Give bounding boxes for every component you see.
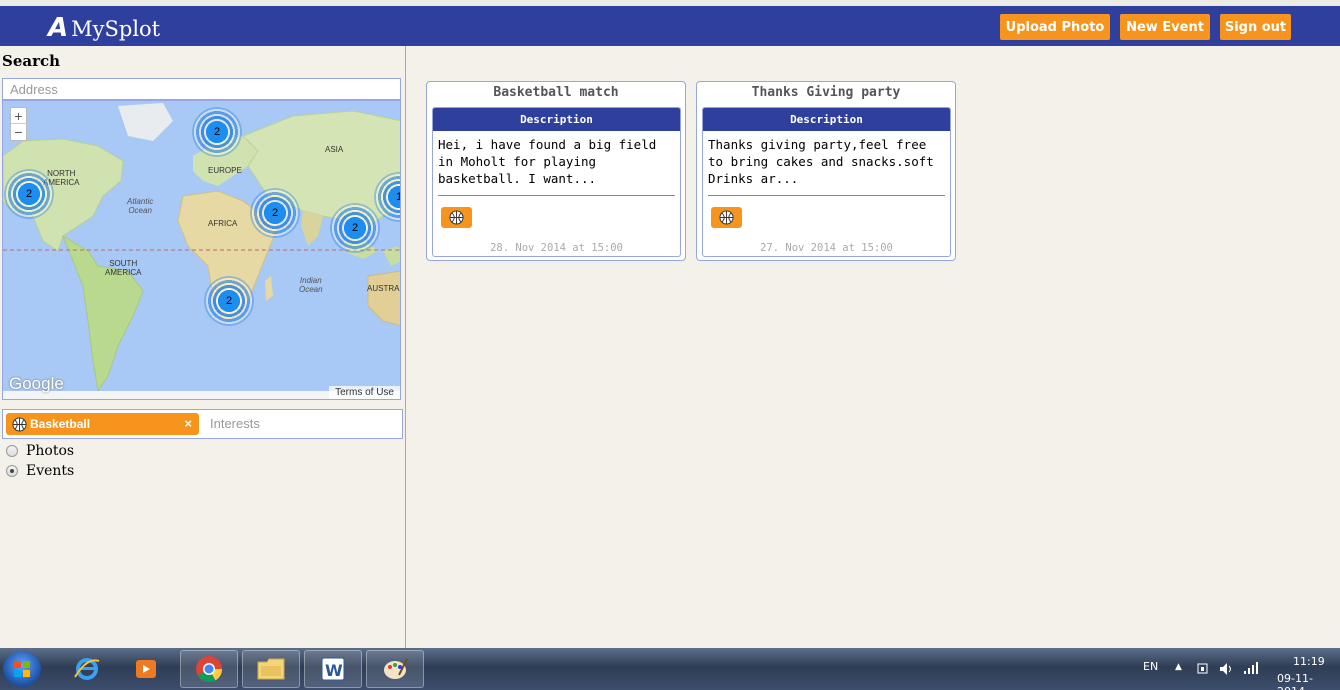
windows-taskbar: W EN ▲ 11:19 09-11-2014 [0, 648, 1340, 690]
divider [708, 195, 945, 196]
new-event-button[interactable]: New Event [1120, 14, 1210, 40]
interests-placeholder: Interests [210, 416, 260, 431]
network-icon[interactable] [1196, 662, 1210, 676]
map-zoom-control: + − [10, 107, 27, 141]
world-map[interactable]: + − NORTH AMERICA Atlantic Ocean EUROPE … [2, 100, 401, 400]
search-heading: Search [2, 52, 61, 70]
event-description: Thanks giving party,feel free to bring c… [708, 137, 934, 186]
interests-input[interactable]: Basketball × Interests [2, 409, 403, 439]
map-cluster-marker[interactable]: 2 [204, 276, 254, 326]
upload-photo-button[interactable]: Upload Photo [1000, 14, 1110, 40]
event-card[interactable]: Thanks Giving party Description Thanks g… [696, 81, 956, 261]
search-sidebar: Search Address + − NORTH AMERICA Atlanti… [0, 46, 406, 648]
radio-button[interactable] [6, 445, 18, 457]
clock-date[interactable]: 09-11-2014 [1277, 672, 1340, 690]
radio-label-photos: Photos [26, 443, 75, 459]
event-title: Thanks Giving party [751, 85, 901, 100]
radio-events[interactable]: Events [6, 463, 74, 479]
address-input[interactable]: Address [2, 78, 401, 100]
svg-text:W: W [325, 661, 343, 680]
windows-logo-icon [14, 661, 30, 677]
interest-badge[interactable] [441, 207, 472, 228]
word-icon: W [321, 657, 345, 681]
map-label-south-america: SOUTH AMERICA [105, 259, 142, 277]
paint-icon [384, 658, 408, 679]
chrome-icon [196, 656, 223, 683]
event-card[interactable]: Basketball match Description Hei, i have… [426, 81, 686, 261]
interest-tag[interactable]: Basketball × [6, 413, 199, 435]
map-cluster-marker[interactable]: 2 [4, 169, 54, 219]
event-date: 27. Nov 2014 at 15:00 [760, 242, 893, 254]
description-header: Description [433, 108, 680, 131]
map-label-africa: AFRICA [208, 219, 238, 228]
taskbar-word[interactable]: W [304, 650, 362, 688]
map-cluster-marker[interactable]: 2 [330, 203, 380, 253]
folder-icon [257, 658, 285, 680]
event-card-body: Description Hei, i have found a big fiel… [432, 107, 681, 257]
interest-badge[interactable] [711, 207, 742, 228]
sign-out-button[interactable]: Sign out [1220, 14, 1291, 40]
radio-photos[interactable]: Photos [6, 443, 74, 459]
event-description: Hei, i have found a big field in Moholt … [438, 137, 657, 186]
show-hidden-icons-icon[interactable]: ▲ [1175, 662, 1182, 672]
remove-tag-icon[interactable]: × [184, 416, 192, 431]
logo-mark: A [48, 13, 69, 43]
map-label-asia: ASIA [325, 145, 344, 154]
taskbar-paint[interactable] [366, 650, 424, 688]
media-player-icon [136, 660, 156, 678]
zoom-out-button[interactable]: − [11, 124, 26, 140]
map-label-europe: EUROPE [208, 166, 242, 175]
event-date: 28. Nov 2014 at 15:00 [490, 242, 623, 254]
radio-label-events: Events [26, 463, 75, 479]
map-cluster-marker[interactable]: 2 [250, 188, 300, 238]
logo-text: MySplot [71, 17, 161, 41]
event-title: Basketball match [493, 85, 619, 100]
map-cluster-marker[interactable]: 2 [192, 107, 242, 157]
radio-button-checked[interactable] [6, 465, 18, 477]
basketball-icon [449, 210, 464, 225]
signal-icon[interactable] [1243, 661, 1259, 675]
app-header: A MySplot Upload Photo New Event Sign ou… [0, 6, 1340, 46]
internet-explorer-icon [74, 658, 100, 680]
description-header: Description [703, 108, 950, 131]
app-logo[interactable]: A MySplot [48, 13, 160, 43]
map-label-australia: AUSTRA [367, 284, 400, 293]
divider [438, 195, 675, 196]
interest-tag-label: Basketball [30, 417, 91, 431]
volume-icon[interactable] [1219, 662, 1235, 676]
taskbar-media-player[interactable] [117, 650, 175, 688]
basketball-icon [719, 210, 734, 225]
basketball-icon [12, 416, 27, 432]
language-indicator[interactable]: EN [1143, 660, 1158, 673]
taskbar-file-explorer[interactable] [242, 650, 300, 688]
map-label-indian: Indian Ocean [299, 276, 323, 294]
terms-of-use-link[interactable]: Terms of Use [329, 386, 400, 399]
taskbar-chrome[interactable] [180, 650, 238, 688]
taskbar-internet-explorer[interactable] [58, 650, 116, 688]
start-button[interactable] [3, 651, 41, 687]
google-logo: Google [9, 374, 64, 393]
zoom-in-button[interactable]: + [11, 108, 26, 124]
map-label-atlantic: Atlantic Ocean [127, 197, 154, 215]
clock-time[interactable]: 11:19 [1293, 655, 1325, 668]
event-card-body: Description Thanks giving party,feel fre… [702, 107, 951, 257]
